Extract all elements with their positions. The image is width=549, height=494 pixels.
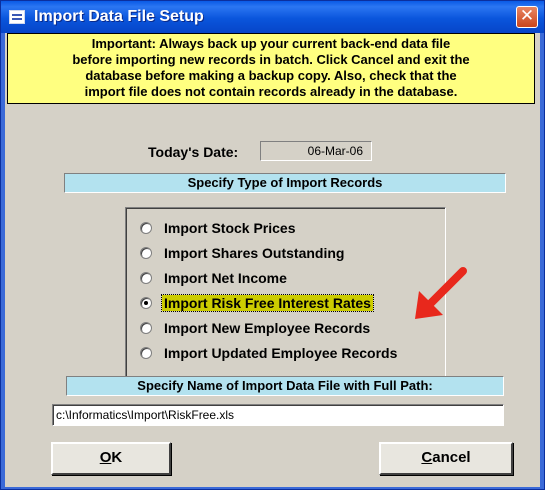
cancel-label-rest: ancel [432, 449, 471, 466]
todays-date-label: Today's Date: [148, 144, 239, 160]
radio-button[interactable] [140, 247, 152, 260]
import-type-option-group: Import Stock Prices Import Shares Outsta… [125, 207, 446, 391]
import-type-header: Specify Type of Import Records [64, 173, 506, 193]
option-net-income[interactable]: Import Net Income [140, 268, 289, 288]
title-bar[interactable]: Import Data File Setup ✕ [1, 1, 544, 33]
cancel-mnemonic: C [421, 449, 433, 466]
backup-warning: Important: Always back up your current b… [7, 33, 535, 104]
radio-button-checked[interactable] [140, 297, 152, 310]
close-button[interactable]: ✕ [516, 6, 538, 28]
radio-button[interactable] [140, 272, 152, 285]
option-label: Import New Employee Records [164, 320, 371, 336]
radio-button[interactable] [140, 347, 152, 360]
option-risk-free-rates[interactable]: Import Risk Free Interest Rates [140, 293, 374, 313]
ok-label-rest: K [111, 449, 123, 466]
option-new-employee-records[interactable]: Import New Employee Records [140, 318, 372, 338]
option-updated-employee-records[interactable]: Import Updated Employee Records [140, 343, 399, 363]
warning-line: before importing new records in batch. C… [72, 52, 470, 67]
warning-line: import file does not contain records alr… [84, 84, 458, 99]
window-title: Import Data File Setup [34, 8, 204, 25]
close-icon: ✕ [519, 6, 535, 26]
file-path-input[interactable]: c:\Informatics\Import\RiskFree.xls [52, 404, 504, 426]
ok-mnemonic: O [99, 449, 112, 466]
ok-button[interactable]: OK [51, 442, 171, 475]
file-path-header: Specify Name of Import Data File with Fu… [66, 376, 504, 396]
radio-button[interactable] [140, 222, 152, 235]
option-stock-prices[interactable]: Import Stock Prices [140, 218, 298, 238]
form-icon [9, 10, 25, 24]
option-label: Import Risk Free Interest Rates [161, 294, 374, 312]
warning-line: Important: Always back up your current b… [91, 36, 451, 51]
dialog-body: Important: Always back up your current b… [5, 33, 540, 487]
warning-line: database before making a backup copy. Al… [85, 68, 457, 83]
cancel-button[interactable]: Cancel [379, 442, 513, 475]
option-shares-outstanding[interactable]: Import Shares Outstanding [140, 243, 346, 263]
dialog-window: Import Data File Setup ✕ Important: Alwa… [0, 0, 545, 490]
radio-button[interactable] [140, 322, 152, 335]
option-label: Import Shares Outstanding [164, 245, 345, 261]
option-label: Import Stock Prices [164, 220, 296, 236]
option-label: Import Updated Employee Records [164, 345, 398, 361]
option-label: Import Net Income [164, 270, 287, 286]
todays-date-field: 06-Mar-06 [260, 141, 372, 161]
red-arrow-icon [415, 267, 467, 319]
